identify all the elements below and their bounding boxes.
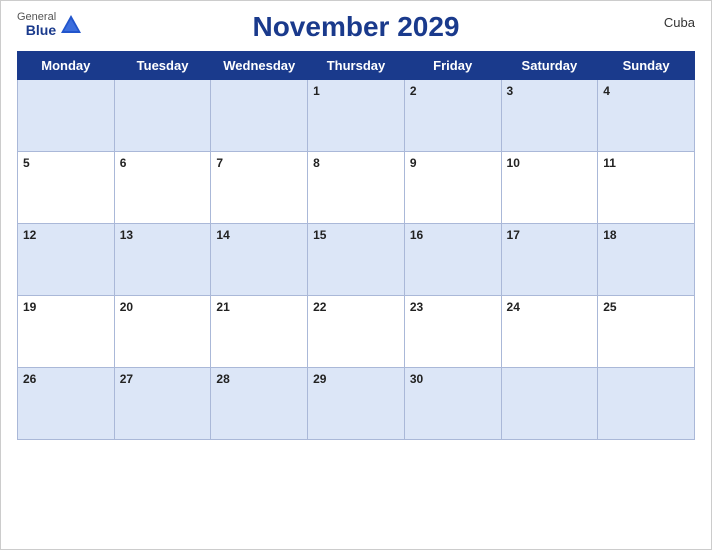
calendar-day-3: 3 <box>501 80 598 152</box>
calendar-day-empty <box>114 80 211 152</box>
day-number: 17 <box>507 228 520 242</box>
calendar-table: MondayTuesdayWednesdayThursdayFridaySatu… <box>17 51 695 440</box>
day-number: 18 <box>603 228 616 242</box>
logo-blue-text: Blue <box>26 23 56 38</box>
day-number: 30 <box>410 372 423 386</box>
day-number: 28 <box>216 372 229 386</box>
calendar-day-19: 19 <box>18 296 115 368</box>
day-number: 1 <box>313 84 320 98</box>
calendar-day-26: 26 <box>18 368 115 440</box>
day-number: 11 <box>603 156 616 170</box>
calendar-day-25: 25 <box>598 296 695 368</box>
day-number: 20 <box>120 300 133 314</box>
day-number: 23 <box>410 300 423 314</box>
calendar-day-6: 6 <box>114 152 211 224</box>
calendar-week-row: 1 2 3 4 <box>18 80 695 152</box>
calendar-day-5: 5 <box>18 152 115 224</box>
calendar-day-28: 28 <box>211 368 308 440</box>
calendar-day-18: 18 <box>598 224 695 296</box>
day-number: 27 <box>120 372 133 386</box>
day-number: 21 <box>216 300 229 314</box>
weekday-header-monday: Monday <box>18 52 115 80</box>
calendar: General Blue November 2029 Cuba MondayTu… <box>0 0 712 550</box>
calendar-day-23: 23 <box>404 296 501 368</box>
calendar-day-13: 13 <box>114 224 211 296</box>
weekday-header-friday: Friday <box>404 52 501 80</box>
calendar-day-15: 15 <box>308 224 405 296</box>
weekday-header-row: MondayTuesdayWednesdayThursdayFridaySatu… <box>18 52 695 80</box>
day-number: 25 <box>603 300 616 314</box>
weekday-header-tuesday: Tuesday <box>114 52 211 80</box>
calendar-title: November 2029 <box>252 11 459 43</box>
calendar-day-empty <box>598 368 695 440</box>
calendar-day-16: 16 <box>404 224 501 296</box>
calendar-day-20: 20 <box>114 296 211 368</box>
calendar-day-30: 30 <box>404 368 501 440</box>
calendar-day-29: 29 <box>308 368 405 440</box>
calendar-day-8: 8 <box>308 152 405 224</box>
calendar-day-27: 27 <box>114 368 211 440</box>
calendar-day-11: 11 <box>598 152 695 224</box>
calendar-day-2: 2 <box>404 80 501 152</box>
calendar-day-14: 14 <box>211 224 308 296</box>
day-number: 16 <box>410 228 423 242</box>
day-number: 7 <box>216 156 223 170</box>
day-number: 10 <box>507 156 520 170</box>
calendar-day-4: 4 <box>598 80 695 152</box>
calendar-week-row: 26 27 28 29 30 <box>18 368 695 440</box>
day-number: 12 <box>23 228 36 242</box>
day-number: 22 <box>313 300 326 314</box>
day-number: 14 <box>216 228 229 242</box>
day-number: 24 <box>507 300 520 314</box>
calendar-day-24: 24 <box>501 296 598 368</box>
calendar-day-empty <box>211 80 308 152</box>
calendar-week-row: 19 20 21 22 23 24 25 <box>18 296 695 368</box>
calendar-day-empty <box>501 368 598 440</box>
day-number: 29 <box>313 372 326 386</box>
calendar-week-row: 12 13 14 15 16 17 18 <box>18 224 695 296</box>
day-number: 2 <box>410 84 417 98</box>
calendar-day-17: 17 <box>501 224 598 296</box>
calendar-body: 1234567891011121314151617181920212223242… <box>18 80 695 440</box>
day-number: 5 <box>23 156 30 170</box>
calendar-day-1: 1 <box>308 80 405 152</box>
calendar-day-7: 7 <box>211 152 308 224</box>
logo-icon <box>60 13 82 35</box>
day-number: 3 <box>507 84 514 98</box>
day-number: 4 <box>603 84 610 98</box>
calendar-day-22: 22 <box>308 296 405 368</box>
weekday-header-sunday: Sunday <box>598 52 695 80</box>
day-number: 26 <box>23 372 36 386</box>
calendar-day-21: 21 <box>211 296 308 368</box>
day-number: 9 <box>410 156 417 170</box>
day-number: 15 <box>313 228 326 242</box>
calendar-day-9: 9 <box>404 152 501 224</box>
day-number: 6 <box>120 156 127 170</box>
weekday-header-wednesday: Wednesday <box>211 52 308 80</box>
day-number: 19 <box>23 300 36 314</box>
logo: General Blue <box>17 11 82 38</box>
country-label: Cuba <box>664 15 695 30</box>
weekday-header-thursday: Thursday <box>308 52 405 80</box>
calendar-day-12: 12 <box>18 224 115 296</box>
calendar-week-row: 5 6 7 8 9 10 11 <box>18 152 695 224</box>
weekday-header-saturday: Saturday <box>501 52 598 80</box>
calendar-day-empty <box>18 80 115 152</box>
day-number: 8 <box>313 156 320 170</box>
calendar-header: General Blue November 2029 Cuba <box>17 11 695 43</box>
day-number: 13 <box>120 228 133 242</box>
calendar-day-10: 10 <box>501 152 598 224</box>
